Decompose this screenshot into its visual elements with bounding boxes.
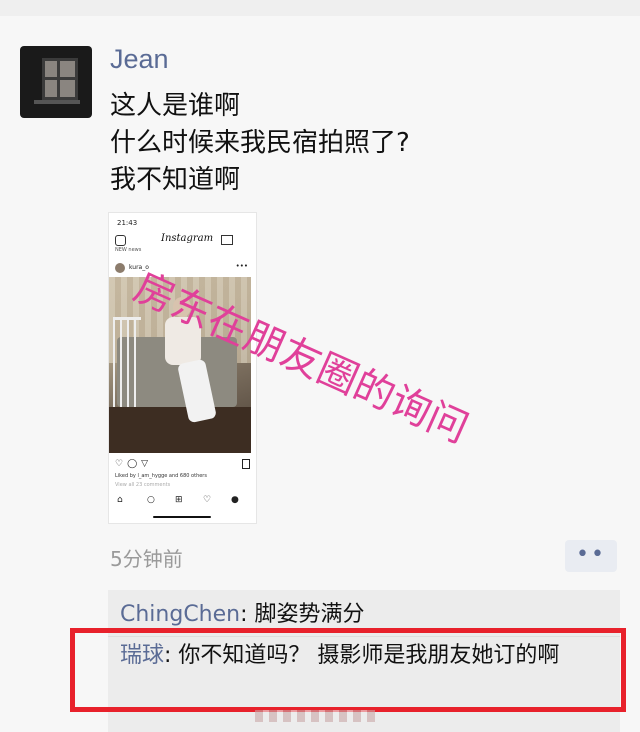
camera-icon <box>115 235 126 246</box>
send-icon <box>221 235 233 245</box>
likes-text: Liked by l_am_hygge and 680 others <box>115 473 207 479</box>
send-icon: ▽ <box>141 459 153 469</box>
heart-icon: ♡ <box>115 459 128 469</box>
story-label: NEW news <box>115 247 142 253</box>
app-logo: Instagram <box>161 233 214 244</box>
top-divider <box>0 0 640 16</box>
heart-icon: ♡ <box>203 495 212 505</box>
comment-icon: ◯ <box>127 459 142 469</box>
author-name[interactable]: Jean <box>110 44 169 75</box>
window-icon <box>42 58 78 100</box>
tab-bar: ⌂ ○ ⊞ ♡ ● <box>109 493 256 509</box>
photo-actions: ♡◯▽ <box>115 459 152 469</box>
profile-icon: ● <box>231 495 239 505</box>
highlight-box <box>70 628 626 712</box>
avatar[interactable] <box>20 46 92 118</box>
more-dots-icon: ••• <box>235 262 248 270</box>
user-avatar <box>115 263 125 273</box>
post-line: 我不知道啊 <box>110 165 241 195</box>
post-text: 这人是谁啊 什么时候来我民宿拍照了? 我不知道啊 <box>110 88 410 199</box>
comment-item[interactable]: ChingChen: 脚姿势满分 <box>120 600 365 630</box>
comment-text: 脚姿势满分 <box>254 602 365 627</box>
comments-link: View all 23 comments <box>115 482 171 488</box>
comment-author[interactable]: ChingChen <box>120 602 240 627</box>
search-icon: ○ <box>147 495 155 505</box>
post-line: 这人是谁啊 <box>110 91 241 121</box>
home-icon: ⌂ <box>117 495 123 505</box>
post-time: 5分钟前 <box>110 547 183 571</box>
home-indicator <box>153 516 211 518</box>
more-button[interactable]: •• <box>565 540 617 572</box>
bookmark-icon <box>242 459 250 469</box>
post-image[interactable]: 21:43 Instagram NEW news kura_o ••• ♡◯▽ … <box>108 212 257 524</box>
add-icon: ⊞ <box>175 495 183 505</box>
comment-separator: : <box>240 602 255 627</box>
blurred-area <box>255 710 375 722</box>
post-line: 什么时候来我民宿拍照了? <box>110 128 410 158</box>
status-clock: 21:43 <box>117 219 138 227</box>
